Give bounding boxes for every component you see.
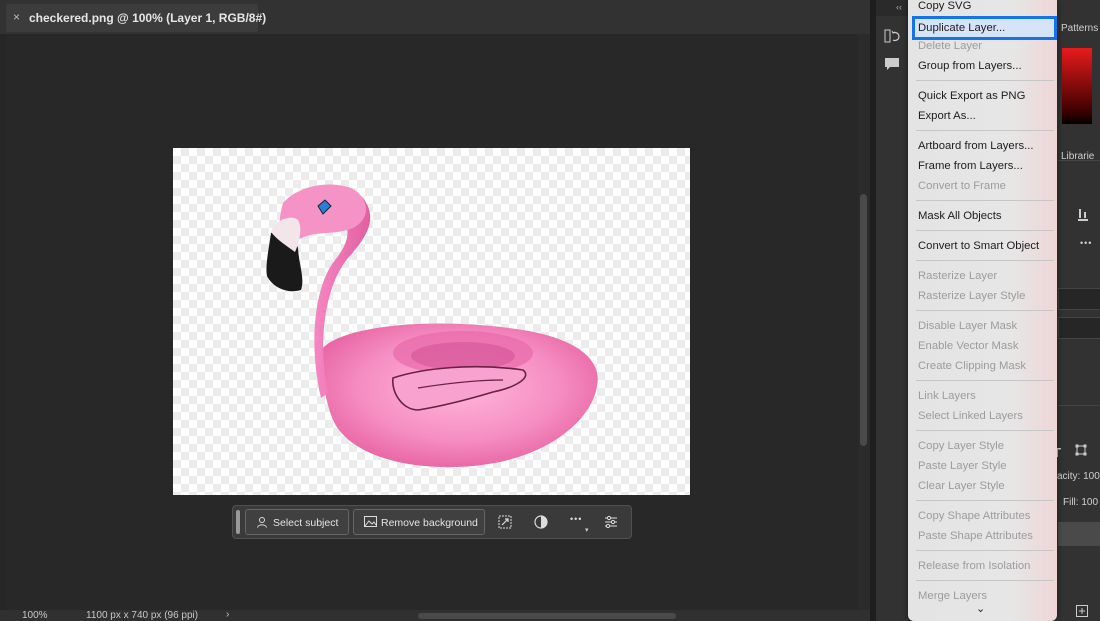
selected-layer-row[interactable] [1058,522,1100,546]
patterns-tab[interactable]: Patterns [1061,23,1098,34]
panel-divider-line [1058,160,1100,161]
panel-field[interactable] [1058,288,1100,310]
menu-item-create-clipping-mask[interactable]: Create Clipping Mask [918,360,1026,372]
menu-item-release-from-isolation[interactable]: Release from Isolation [918,560,1030,572]
panel-divider-line-2 [1058,405,1100,406]
menu-item-quick-export-png[interactable]: Quick Export as PNG [918,90,1025,102]
menu-item-frame-from-layers[interactable]: Frame from Layers... [918,160,1023,172]
contextual-task-bar: Select subject Remove background ••• ▾ [232,505,632,539]
settings-sliders-icon[interactable] [603,514,619,530]
status-menu-chevron-icon[interactable]: › [226,609,229,620]
menu-item-copy-shape-attributes[interactable]: Copy Shape Attributes [918,510,1030,522]
color-picker-field[interactable] [1062,48,1092,124]
panel-more-icon[interactable]: ••• [1080,238,1092,248]
menu-item-clear-layer-style[interactable]: Clear Layer Style [918,480,1005,492]
more-options-icon[interactable]: ••• [570,514,582,524]
menu-item-mask-all-objects[interactable]: Mask All Objects [918,210,1002,222]
vertical-scroll-thumb[interactable] [860,194,867,446]
panel-dock: ‹‹ [876,0,908,621]
layer-context-menu: Copy SVG Duplicate Layer... Delete Layer… [908,0,1057,621]
menu-item-copy-layer-style[interactable]: Copy Layer Style [918,440,1004,452]
menu-item-enable-vector-mask[interactable]: Enable Vector Mask [918,340,1018,352]
status-bar: 100% 1100 px x 740 px (96 ppi) › [0,610,870,621]
history-panel-icon[interactable] [884,28,900,44]
task-bar-grip-handle[interactable] [236,510,240,534]
menu-separator [916,130,1054,131]
menu-item-link-layers[interactable]: Link Layers [918,390,976,402]
menu-separator [916,260,1054,261]
menu-item-artboard-from-layers[interactable]: Artboard from Layers... [918,140,1034,152]
adjustment-icon[interactable] [533,514,549,530]
menu-separator [916,200,1054,201]
menu-separator [916,580,1054,581]
close-tab-icon[interactable]: × [13,10,20,24]
vertical-scrollbar[interactable] [858,34,870,610]
document-tab[interactable]: × checkered.png @ 100% (Layer 1, RGB/8#) [6,4,258,32]
more-options-caret-icon[interactable]: ▾ [585,526,589,534]
fill-field[interactable]: Fill: 100 [1063,497,1098,508]
select-subject-label: Select subject [273,517,338,529]
menu-item-copy-svg[interactable]: Copy SVG [918,0,971,12]
menu-item-convert-to-frame[interactable]: Convert to Frame [918,180,1006,192]
select-subject-button[interactable]: Select subject [245,509,349,535]
comments-icon[interactable] [884,56,900,72]
menu-separator [916,430,1054,431]
menu-item-export-as[interactable]: Export As... [918,110,976,122]
menu-item-duplicate-layer[interactable]: Duplicate Layer... [912,16,1057,40]
image-icon [364,516,377,527]
menu-separator [916,310,1054,311]
document-tab-bar: × checkered.png @ 100% (Layer 1, RGB/8#) [0,0,870,34]
zoom-level[interactable]: 100% [22,610,48,621]
remove-background-label: Remove background [381,517,478,529]
menu-item-delete-layer[interactable]: Delete Layer [918,40,982,52]
panel-field-2[interactable] [1058,317,1100,339]
menu-item-disable-layer-mask[interactable]: Disable Layer Mask [918,320,1017,332]
opacity-field[interactable]: acity: 100 [1057,471,1100,482]
transform-selection-icon[interactable] [497,514,513,530]
menu-item-paste-layer-style[interactable]: Paste Layer Style [918,460,1007,472]
document-image[interactable] [173,148,690,495]
menu-item-rasterize-layer[interactable]: Rasterize Layer [918,270,997,282]
dock-header: ‹‹ [876,0,908,16]
flamingo-float-image [173,148,690,495]
document-size-info: 1100 px x 740 px (96 ppi) [86,610,198,621]
person-select-icon [256,516,268,528]
remove-background-button[interactable]: Remove background [353,509,485,535]
collapse-panels-icon[interactable]: ‹‹ [896,2,902,12]
align-icon[interactable] [1077,207,1089,221]
new-layer-icon[interactable] [1076,605,1088,617]
menu-item-paste-shape-attributes[interactable]: Paste Shape Attributes [918,530,1033,542]
horizontal-scroll-thumb[interactable] [418,613,676,619]
menu-item-select-linked-layers[interactable]: Select Linked Layers [918,410,1023,422]
menu-item-rasterize-layer-style[interactable]: Rasterize Layer Style [918,290,1025,302]
menu-separator [916,550,1054,551]
menu-separator [916,80,1054,81]
menu-scroll-down-icon[interactable]: ⌄ [976,602,985,615]
menu-separator [916,230,1054,231]
document-tab-title: checkered.png @ 100% (Layer 1, RGB/8#) [29,11,266,25]
menu-separator [916,500,1054,501]
shape-transform-icon[interactable] [1075,444,1087,456]
menu-separator [916,380,1054,381]
menu-item-merge-layers[interactable]: Merge Layers [918,590,987,602]
menu-item-convert-to-smart-object[interactable]: Convert to Smart Object [918,240,1039,252]
menu-item-group-from-layers[interactable]: Group from Layers... [918,60,1022,72]
